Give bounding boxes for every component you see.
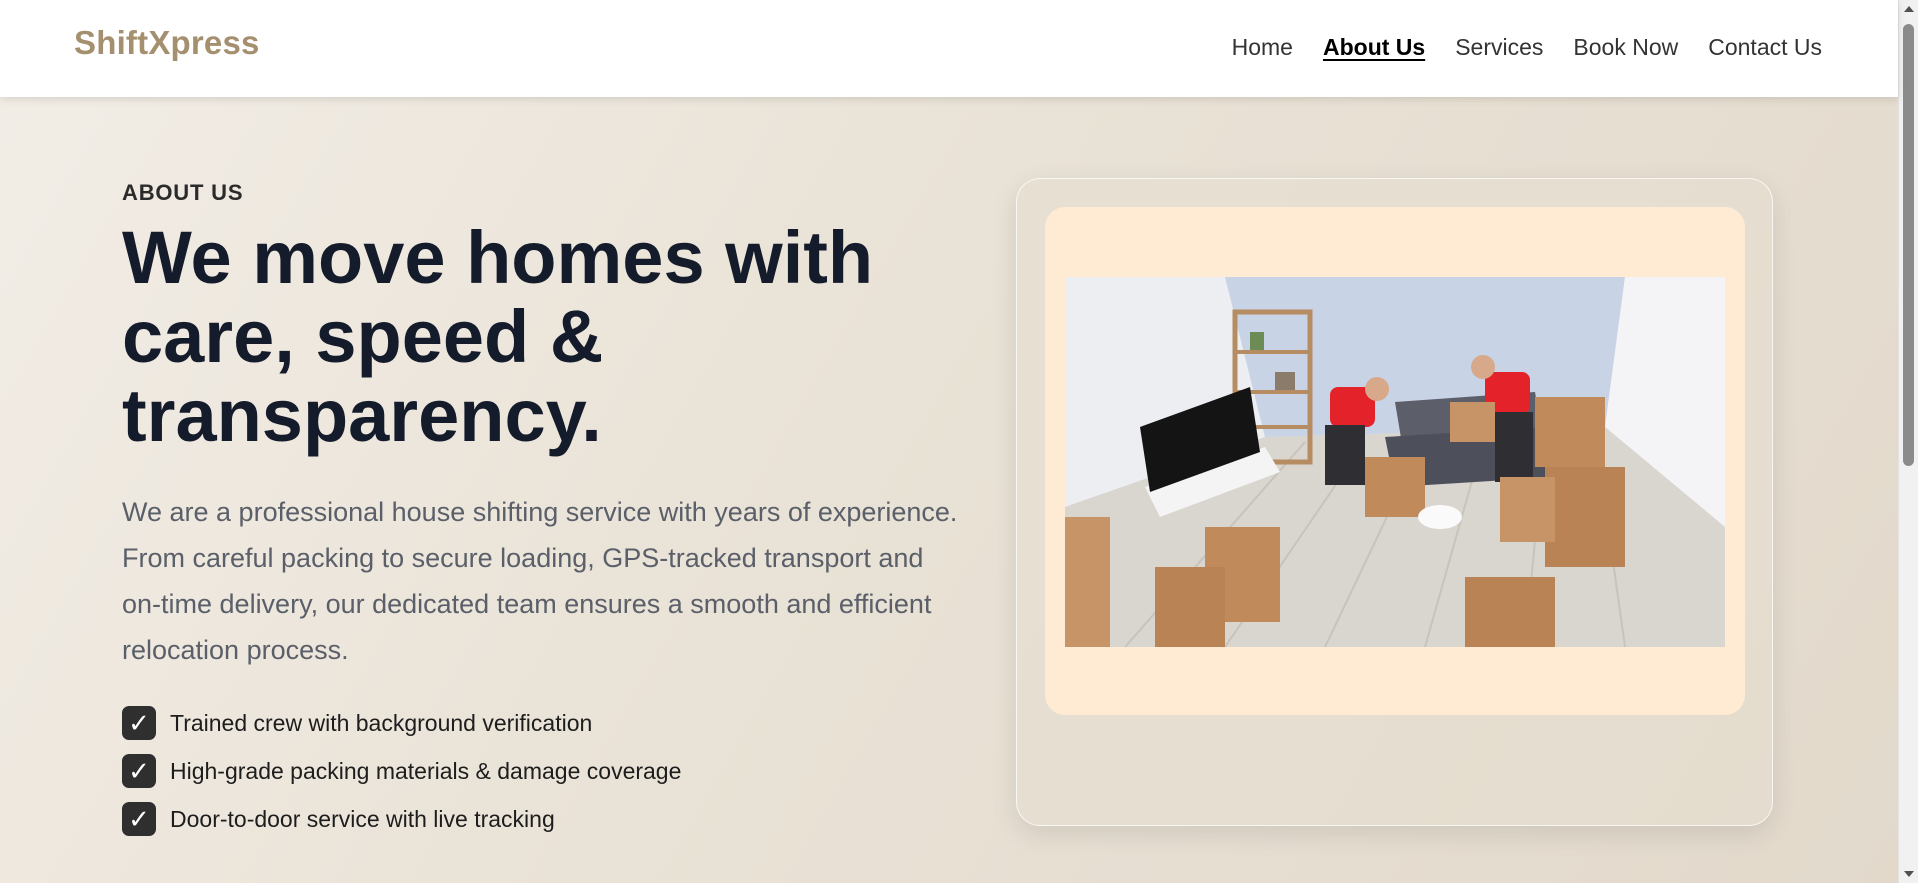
scrollbar[interactable] [1898,0,1918,883]
check-icon: ✓ [122,706,156,740]
check-icon: ✓ [122,802,156,836]
scrollbar-thumb[interactable] [1903,24,1914,466]
scroll-up-icon[interactable] [1904,6,1914,12]
about-section: ABOUT US We move homes with care, speed … [122,180,972,843]
check-icon: ✓ [122,754,156,788]
list-item: ✓ Door-to-door service with live trackin… [122,795,972,843]
scroll-down-icon[interactable] [1904,871,1914,877]
image-frame [1045,207,1745,715]
feature-list: ✓ Trained crew with background verificat… [122,699,972,843]
feature-label: Door-to-door service with live tracking [170,805,555,832]
feature-label: Trained crew with background verificatio… [170,709,593,736]
nav-link-contact-us[interactable]: Contact Us [1708,34,1822,61]
list-item: ✓ High-grade packing materials & damage … [122,747,972,795]
nav-link-about-us[interactable]: About Us [1323,34,1425,61]
nav-link-book-now[interactable]: Book Now [1573,34,1678,61]
about-description: We are a professional house shifting ser… [122,497,958,665]
image-card [1016,178,1773,826]
nav-link-home[interactable]: Home [1232,34,1293,61]
main-nav: Home About Us Services Book Now Contact … [1232,34,1822,61]
movers-photo [1065,277,1725,647]
section-eyebrow: ABOUT US [122,180,244,205]
top-navbar: ShiftXpress Home About Us Services Book … [0,0,1898,97]
list-item: ✓ Trained crew with background verificat… [122,699,972,747]
page-title: We move homes with care, speed & transpa… [122,216,874,457]
feature-label: High-grade packing materials & damage co… [170,757,682,784]
brand-logo[interactable]: ShiftXpress [74,24,260,62]
nav-link-services[interactable]: Services [1455,34,1543,61]
movers-illustration [1065,277,1725,647]
